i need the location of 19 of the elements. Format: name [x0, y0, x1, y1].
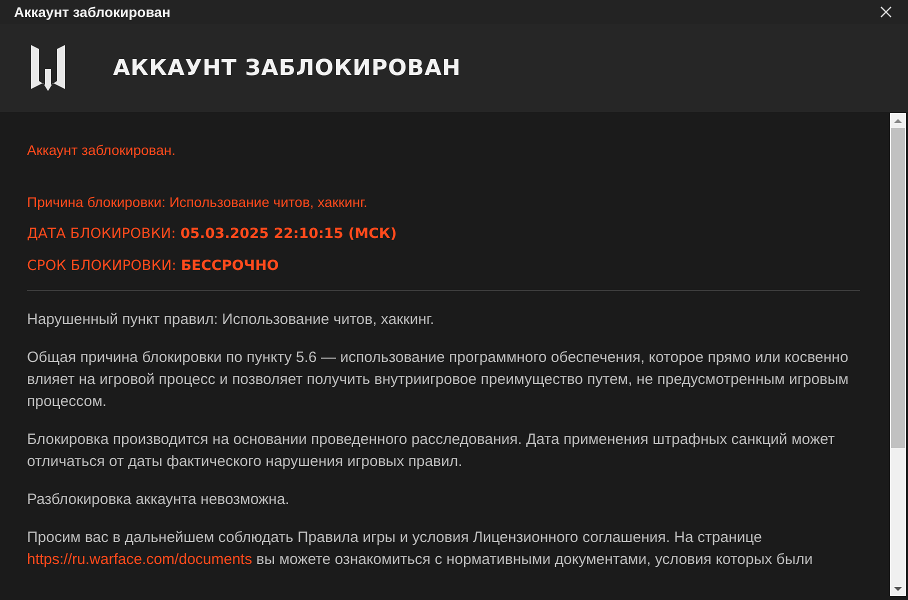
window-title: Аккаунт заблокирован — [14, 4, 170, 20]
paragraph: Нарушенный пункт правил: Использование читов, хаккинг. — [27, 310, 436, 330]
paragraph: Общая причина блокировки по пункту 5.6 — использование программного обеспечения, которое прямо или косвенно влияет на игровой процесс и позволяет получить внутриигровое преимущество путем, не предусмотренным игровым процессом. — [27, 348, 850, 412]
scrollbar-thumb[interactable] — [891, 128, 905, 448]
scroll-down-icon — [894, 586, 902, 592]
documents-link[interactable]: https://ru.warface.com/documents — [27, 551, 252, 568]
paragraph: Блокировка производится на основании проведенного расследования. Дата применения штрафных санкций может отличаться от даты фактического нарушения игровых правил. — [27, 430, 836, 472]
header-title: АККАУНТ ЗАБЛОКИРОВАН — [113, 56, 461, 80]
paragraph: Просим вас в дальнейшем соблюдать Правила игры и условия Лицензионного соглашения. На странице https://ru.warface.com/documents вы можете ознакомиться с нормативными документами, условия которых были — [27, 528, 814, 570]
ban-date-text: ДАТА БЛОКИРОВКИ: 05.03.2025 22:10:15 (МСК) — [27, 226, 398, 242]
status-text: Аккаунт заблокирован. — [27, 142, 176, 158]
scroll-up-icon — [894, 118, 902, 124]
close-button[interactable] — [878, 4, 894, 20]
close-icon — [880, 6, 892, 18]
scrollbar[interactable] — [890, 113, 906, 596]
logo-icon — [29, 43, 67, 93]
ban-term-text: СРОК БЛОКИРОВКИ: БЕССРОЧНО — [27, 258, 280, 274]
paragraph: Разблокировка аккаунта невозможна. — [27, 490, 290, 510]
reason-text: Причина блокировки: Использование читов, хаккинг. — [27, 194, 368, 210]
